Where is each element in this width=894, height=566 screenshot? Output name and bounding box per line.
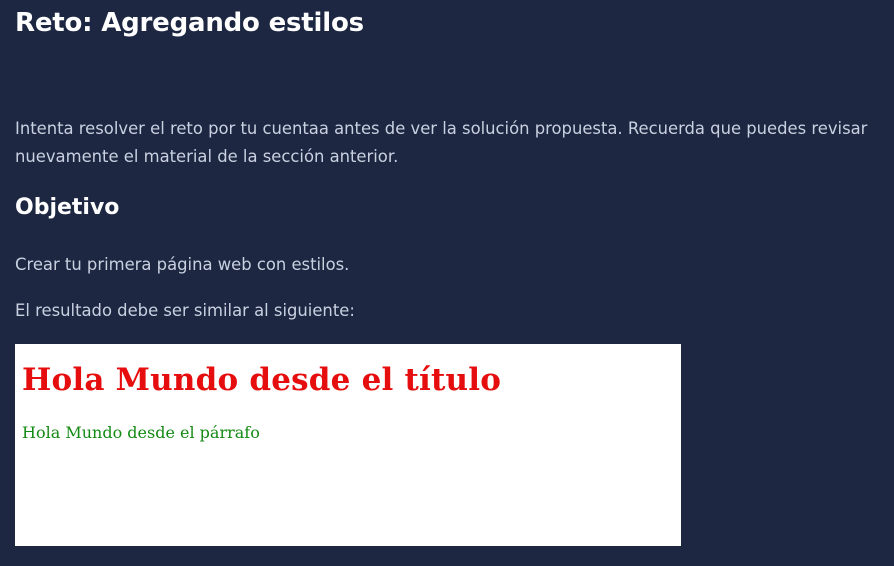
page-title: Reto: Agregando estilos bbox=[15, 8, 364, 38]
objective-heading: Objetivo bbox=[15, 195, 120, 220]
intro-paragraph: Intenta resolver el reto por tu cuentaa … bbox=[15, 119, 868, 166]
example-result-preview: Hola Mundo desde el título Hola Mundo de… bbox=[15, 344, 681, 546]
lesson-page: Reto: Agregando estilos Intenta resolver… bbox=[0, 0, 894, 566]
preview-paragraph: Hola Mundo desde el párrafo bbox=[22, 423, 260, 442]
result-note: El resultado debe ser similar al siguien… bbox=[15, 301, 355, 320]
objective-description: Crear tu primera página web con estilos. bbox=[15, 255, 350, 274]
preview-title: Hola Mundo desde el título bbox=[22, 362, 502, 398]
